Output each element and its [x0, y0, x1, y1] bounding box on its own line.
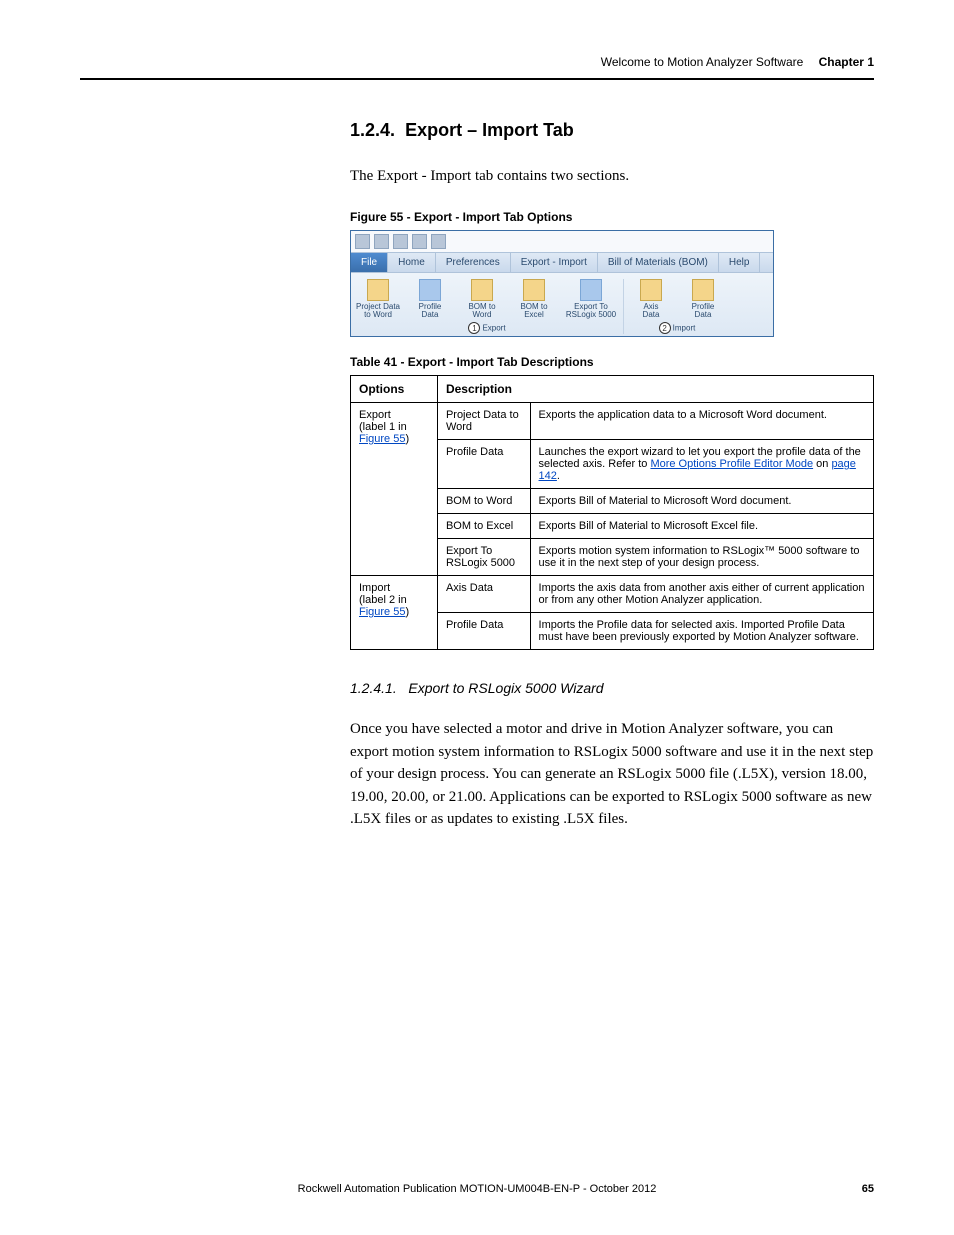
btn-export-rslogix[interactable]: Export ToRSLogix 5000: [563, 279, 619, 321]
toolbar-icon[interactable]: [412, 234, 427, 249]
subsection-number: 1.2.4.1.: [350, 680, 397, 696]
cell-option: BOM to Word: [437, 489, 530, 514]
ribbon-group-import: AxisData ProfileData 2Import: [624, 279, 730, 335]
header-rule: [80, 78, 874, 80]
tab-help[interactable]: Help: [719, 253, 761, 272]
toolbar: [351, 231, 773, 252]
tab-home[interactable]: Home: [388, 253, 436, 272]
word-icon: [367, 279, 389, 301]
figure-55: File Home Preferences Export - Import Bi…: [350, 230, 774, 338]
btn-bom-to-word[interactable]: BOM toWord: [459, 279, 505, 321]
group-name-import: 2Import: [659, 322, 696, 334]
tab-bom[interactable]: Bill of Materials (BOM): [598, 253, 719, 272]
cell-desc: Exports motion system information to RSL…: [530, 539, 873, 576]
cell-export-group: Export (label 1 in Figure 55): [351, 403, 438, 576]
section-title: Export – Import Tab: [405, 120, 574, 140]
link-profile-editor-mode[interactable]: More Options Profile Editor Mode: [650, 458, 813, 470]
th-description: Description: [437, 376, 873, 403]
toolbar-icon[interactable]: [431, 234, 446, 249]
running-header: Welcome to Motion Analyzer Software Chap…: [601, 55, 874, 69]
table-41: Options Description Export (label 1 in F…: [350, 375, 874, 650]
header-section: Welcome to Motion Analyzer Software: [601, 55, 804, 69]
cell-desc: Exports Bill of Material to Microsoft Wo…: [530, 489, 873, 514]
cell-option: Project Data to Word: [437, 403, 530, 440]
excel-icon: [523, 279, 545, 301]
link-figure-55[interactable]: Figure 55: [359, 606, 405, 618]
cell-desc: Exports the application data to a Micros…: [530, 403, 873, 440]
subsection-title: Export to RSLogix 5000 Wizard: [408, 680, 603, 696]
btn-axis-data-import[interactable]: AxisData: [628, 279, 674, 321]
btn-project-data-to-word[interactable]: Project Datato Word: [355, 279, 401, 321]
main-content: 1.2.4. Export – Import Tab The Export - …: [350, 120, 874, 831]
figure-55-caption: Figure 55 - Export - Import Tab Options: [350, 210, 874, 224]
cell-import-group: Import (label 2 in Figure 55): [351, 576, 438, 650]
rslogix-icon: [580, 279, 602, 301]
tab-export-import[interactable]: Export - Import: [511, 253, 598, 272]
tab-file[interactable]: File: [351, 253, 388, 272]
link-figure-55[interactable]: Figure 55: [359, 433, 405, 445]
subsection-heading: 1.2.4.1. Export to RSLogix 5000 Wizard: [350, 680, 874, 696]
axis-icon: [640, 279, 662, 301]
toolbar-icon[interactable]: [374, 234, 389, 249]
word-icon: [471, 279, 493, 301]
section-number: 1.2.4.: [350, 120, 395, 140]
btn-bom-to-excel[interactable]: BOM toExcel: [511, 279, 557, 321]
subsection-body: Once you have selected a motor and drive…: [350, 718, 874, 831]
toolbar-icon[interactable]: [355, 234, 370, 249]
profile-icon: [419, 279, 441, 301]
btn-profile-data-import[interactable]: ProfileData: [680, 279, 726, 321]
ribbon: Project Datato Word ProfileData BOM toWo…: [351, 273, 773, 337]
cell-option: Axis Data: [437, 576, 530, 613]
toolbar-icon[interactable]: [393, 234, 408, 249]
btn-profile-data-export[interactable]: ProfileData: [407, 279, 453, 321]
cell-desc: Exports Bill of Material to Microsoft Ex…: [530, 514, 873, 539]
profile-icon: [692, 279, 714, 301]
table-41-caption: Table 41 - Export - Import Tab Descripti…: [350, 355, 874, 369]
cell-desc: Imports the Profile data for selected ax…: [530, 613, 873, 650]
cell-desc: Launches the export wizard to let you ex…: [530, 440, 873, 489]
cell-option: Profile Data: [437, 613, 530, 650]
th-options: Options: [351, 376, 438, 403]
callout-2: 2: [659, 322, 671, 334]
cell-option: BOM to Excel: [437, 514, 530, 539]
group-name-export: 1Export: [468, 322, 505, 334]
header-chapter: Chapter 1: [819, 55, 874, 69]
ribbon-group-export: Project Datato Word ProfileData BOM toWo…: [351, 279, 624, 335]
section-intro: The Export - Import tab contains two sec…: [350, 165, 874, 188]
ribbon-tabs: File Home Preferences Export - Import Bi…: [351, 252, 773, 273]
footer-publication: Rockwell Automation Publication MOTION-U…: [298, 1183, 657, 1195]
footer: Rockwell Automation Publication MOTION-U…: [80, 1183, 874, 1195]
page-number: 65: [862, 1183, 874, 1195]
callout-1: 1: [468, 322, 480, 334]
cell-option: Profile Data: [437, 440, 530, 489]
cell-desc: Imports the axis data from another axis …: [530, 576, 873, 613]
section-heading: 1.2.4. Export – Import Tab: [350, 120, 874, 141]
cell-option: Export To RSLogix 5000: [437, 539, 530, 576]
tab-preferences[interactable]: Preferences: [436, 253, 511, 272]
